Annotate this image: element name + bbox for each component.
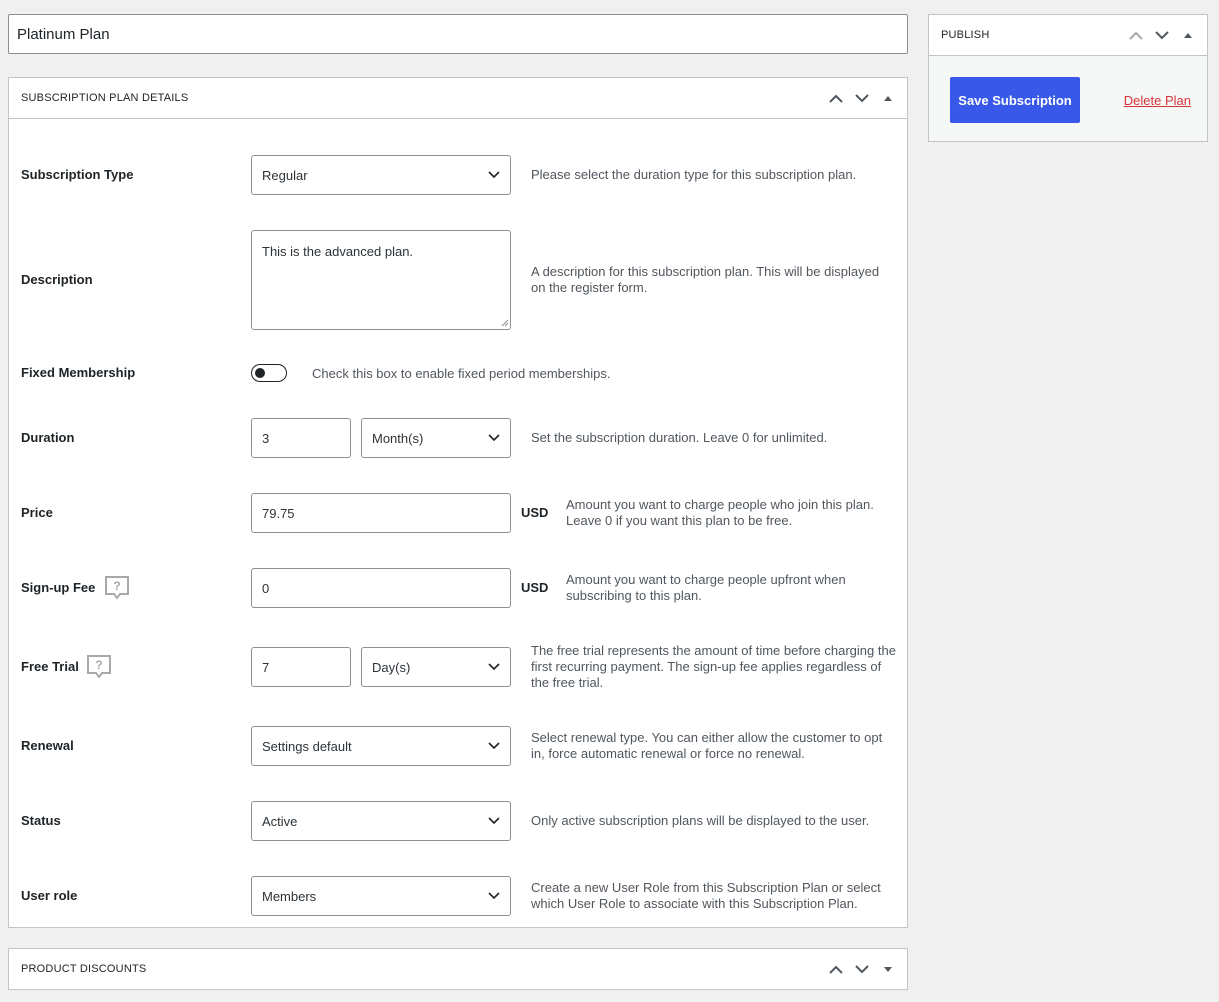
signup-fee-input[interactable]: 0 bbox=[251, 568, 511, 608]
price-desc: Amount you want to charge people who joi… bbox=[566, 497, 874, 528]
renewal-desc: Select renewal type. You can either allo… bbox=[531, 730, 883, 761]
subscription-type-select[interactable]: Regular bbox=[251, 155, 511, 195]
fixed-membership-label: Fixed Membership bbox=[21, 365, 136, 380]
collapse-toggle-icon[interactable] bbox=[875, 80, 901, 116]
collapse-toggle-icon[interactable] bbox=[1175, 17, 1201, 53]
row-free-trial: Free Trial ? 7 Day(s) The free trial rep… bbox=[9, 643, 909, 690]
free-trial-unit-select[interactable]: Day(s) bbox=[361, 647, 511, 687]
move-up-icon[interactable] bbox=[823, 80, 849, 116]
description-desc: A description for this subscription plan… bbox=[531, 264, 880, 295]
delete-plan-link[interactable]: Delete Plan bbox=[1124, 93, 1191, 108]
details-box-title: Subscription Plan Details bbox=[21, 92, 189, 104]
row-renewal: Renewal Settings default Select renewal … bbox=[9, 726, 909, 766]
chevron-down-icon bbox=[488, 742, 500, 750]
subscription-type-label: Subscription Type bbox=[21, 167, 134, 182]
save-subscription-button[interactable]: Save Subscription bbox=[950, 77, 1080, 123]
price-currency: USD bbox=[521, 505, 549, 520]
price-input[interactable]: 79.75 bbox=[251, 493, 511, 533]
duration-input[interactable]: 3 bbox=[251, 418, 351, 458]
free-trial-label: Free Trial bbox=[21, 659, 79, 674]
move-up-icon[interactable] bbox=[823, 951, 849, 987]
description-label: Description bbox=[21, 272, 93, 287]
row-price: Price 79.75 USD Amount you want to charg… bbox=[9, 493, 909, 533]
status-label: Status bbox=[21, 813, 61, 828]
row-duration: Duration 3 Month(s) Set the subscription… bbox=[9, 418, 909, 458]
user-role-desc: Create a new User Role from this Subscri… bbox=[531, 880, 881, 911]
row-signup-fee: Sign-up Fee ? 0 USD Amount you want to c… bbox=[9, 568, 909, 608]
user-role-select[interactable]: Members bbox=[251, 876, 511, 916]
chevron-down-icon bbox=[488, 892, 500, 900]
price-label: Price bbox=[21, 505, 53, 520]
plan-title-input[interactable] bbox=[8, 14, 908, 54]
duration-label: Duration bbox=[21, 430, 75, 445]
expand-toggle-icon[interactable] bbox=[875, 951, 901, 987]
user-role-label: User role bbox=[21, 888, 78, 903]
move-up-icon[interactable] bbox=[1123, 17, 1149, 53]
status-desc: Only active subscription plans will be d… bbox=[531, 813, 870, 828]
svg-text:?: ? bbox=[113, 579, 120, 593]
help-bubble-icon[interactable]: ? bbox=[104, 575, 130, 601]
chevron-down-icon bbox=[488, 817, 500, 825]
free-trial-desc: The free trial represents the amount of … bbox=[531, 643, 896, 690]
status-select[interactable]: Active bbox=[251, 801, 511, 841]
move-down-icon[interactable] bbox=[849, 951, 875, 987]
chevron-down-icon bbox=[488, 171, 500, 179]
chevron-down-icon bbox=[488, 663, 500, 671]
duration-unit-select[interactable]: Month(s) bbox=[361, 418, 511, 458]
signup-fee-desc: Amount you want to charge people upfront… bbox=[566, 572, 846, 603]
row-user-role: User role Members Create a new User Role… bbox=[9, 876, 909, 916]
publish-box: Publish Save Subscription Delete Plan bbox=[928, 14, 1208, 142]
toggle-knob bbox=[255, 367, 265, 378]
subscription-plan-details-box: Subscription Plan Details Subscription T… bbox=[8, 77, 908, 928]
row-fixed-membership: Fixed Membership Check this box to enabl… bbox=[9, 363, 909, 383]
help-bubble-icon[interactable]: ? bbox=[86, 654, 112, 680]
discounts-box-title: Product Discounts bbox=[21, 963, 147, 975]
renewal-select[interactable]: Settings default bbox=[251, 726, 511, 766]
move-down-icon[interactable] bbox=[849, 80, 875, 116]
signup-fee-currency: USD bbox=[521, 580, 549, 595]
fixed-membership-desc: Check this box to enable fixed period me… bbox=[312, 366, 611, 381]
row-description: Description This is the advanced plan. A… bbox=[9, 230, 909, 330]
subscription-type-desc: Please select the duration type for this… bbox=[531, 167, 857, 182]
details-box-header: Subscription Plan Details bbox=[9, 78, 907, 119]
row-subscription-type: Subscription Type Regular Please select … bbox=[9, 155, 909, 195]
renewal-label: Renewal bbox=[21, 738, 74, 753]
publish-box-header: Publish bbox=[929, 15, 1207, 56]
free-trial-input[interactable]: 7 bbox=[251, 647, 351, 687]
resize-handle-icon[interactable] bbox=[501, 319, 509, 327]
move-down-icon[interactable] bbox=[1149, 17, 1175, 53]
fixed-membership-toggle[interactable] bbox=[251, 364, 287, 382]
row-status: Status Active Only active subscription p… bbox=[9, 801, 909, 841]
discounts-box-header: Product Discounts bbox=[9, 949, 907, 989]
duration-desc: Set the subscription duration. Leave 0 f… bbox=[531, 430, 828, 445]
product-discounts-box: Product Discounts bbox=[8, 948, 908, 990]
publish-box-title: Publish bbox=[941, 29, 990, 41]
svg-text:?: ? bbox=[95, 658, 102, 672]
signup-fee-label: Sign-up Fee bbox=[21, 580, 96, 595]
description-textarea[interactable]: This is the advanced plan. bbox=[251, 230, 511, 330]
chevron-down-icon bbox=[488, 434, 500, 442]
